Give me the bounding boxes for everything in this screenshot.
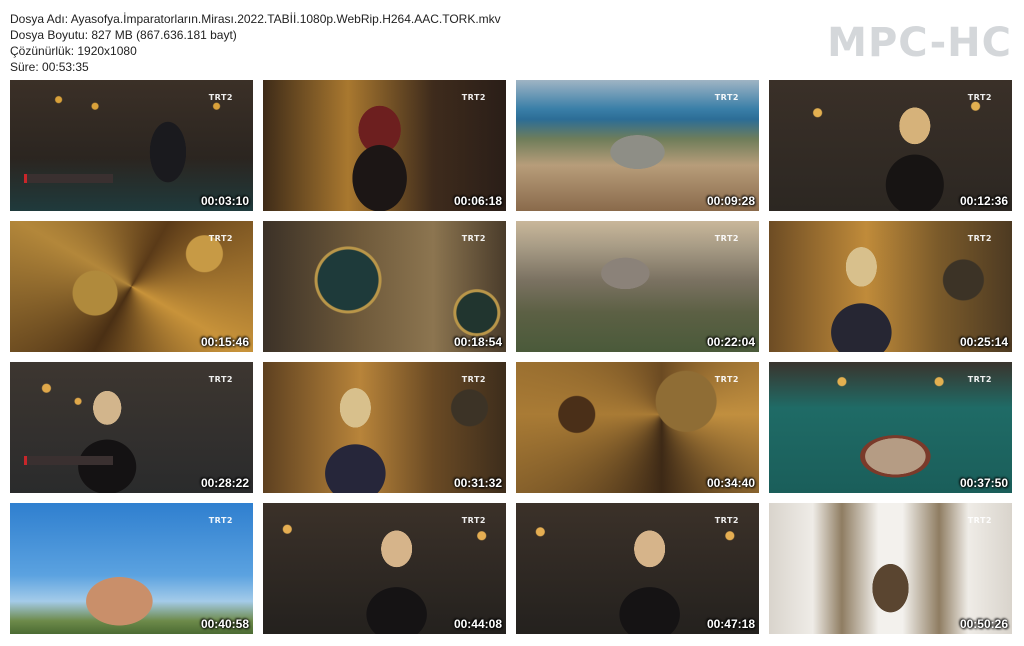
channel-logo: TRT2 (714, 234, 739, 243)
thumbnail-15: TRT2 00:47:18 (516, 503, 759, 634)
thumbnail-timestamp: 00:37:50 (959, 476, 1008, 490)
thumbnail-1: TRT2 00:03:10 (10, 80, 253, 211)
channel-logo: TRT2 (208, 93, 233, 102)
channel-logo: TRT2 (714, 375, 739, 384)
thumbnail-5: TRT2 00:15:46 (10, 221, 253, 352)
thumbnail-4: TRT2 00:12:36 (769, 80, 1012, 211)
thumbnail-timestamp: 00:03:10 (200, 194, 249, 208)
channel-logo: TRT2 (461, 375, 486, 384)
channel-logo: TRT2 (461, 516, 486, 525)
channel-logo: TRT2 (208, 516, 233, 525)
lower-third-caption (24, 174, 113, 183)
thumbnail-grid: TRT2 00:03:10 TRT2 00:06:18 TRT2 00:09:28 TRT2… (0, 0, 1024, 646)
channel-logo: TRT2 (208, 375, 233, 384)
thumbnail-16: TRT2 00:50:26 (769, 503, 1012, 634)
thumbnail-timestamp: 00:12:36 (959, 194, 1008, 208)
thumbnail-13: TRT2 00:40:58 (10, 503, 253, 634)
channel-logo: TRT2 (208, 234, 233, 243)
channel-logo: TRT2 (967, 375, 992, 384)
channel-logo: TRT2 (461, 234, 486, 243)
channel-logo: TRT2 (967, 234, 992, 243)
thumbnail-timestamp: 00:22:04 (706, 335, 755, 349)
thumbnail-timestamp: 00:47:18 (706, 617, 755, 631)
channel-logo: TRT2 (967, 516, 992, 525)
thumbnail-14: TRT2 00:44:08 (263, 503, 506, 634)
thumbnail-timestamp: 00:18:54 (453, 335, 502, 349)
thumbnail-timestamp: 00:25:14 (959, 335, 1008, 349)
thumbnail-timestamp: 00:50:26 (959, 617, 1008, 631)
thumbnail-timestamp: 00:28:22 (200, 476, 249, 490)
channel-logo: TRT2 (461, 93, 486, 102)
thumbnail-sheet: Dosya Adı: Ayasofya.İmparatorların.Miras… (0, 0, 1024, 646)
thumbnail-timestamp: 00:40:58 (200, 617, 249, 631)
thumbnail-11: TRT2 00:34:40 (516, 362, 759, 493)
thumbnail-12: TRT2 00:37:50 (769, 362, 1012, 493)
thumbnail-timestamp: 00:44:08 (453, 617, 502, 631)
thumbnail-7: TRT2 00:22:04 (516, 221, 759, 352)
thumbnail-6: TRT2 00:18:54 (263, 221, 506, 352)
channel-logo: TRT2 (714, 93, 739, 102)
lower-third-caption (24, 456, 113, 465)
thumbnail-3: TRT2 00:09:28 (516, 80, 759, 211)
thumbnail-timestamp: 00:06:18 (453, 194, 502, 208)
thumbnail-9: TRT2 00:28:22 (10, 362, 253, 493)
thumbnail-10: TRT2 00:31:32 (263, 362, 506, 493)
channel-logo: TRT2 (714, 516, 739, 525)
thumbnail-timestamp: 00:34:40 (706, 476, 755, 490)
channel-logo: TRT2 (967, 93, 992, 102)
thumbnail-timestamp: 00:15:46 (200, 335, 249, 349)
thumbnail-8: TRT2 00:25:14 (769, 221, 1012, 352)
thumbnail-timestamp: 00:31:32 (453, 476, 502, 490)
thumbnail-timestamp: 00:09:28 (706, 194, 755, 208)
thumbnail-2: TRT2 00:06:18 (263, 80, 506, 211)
